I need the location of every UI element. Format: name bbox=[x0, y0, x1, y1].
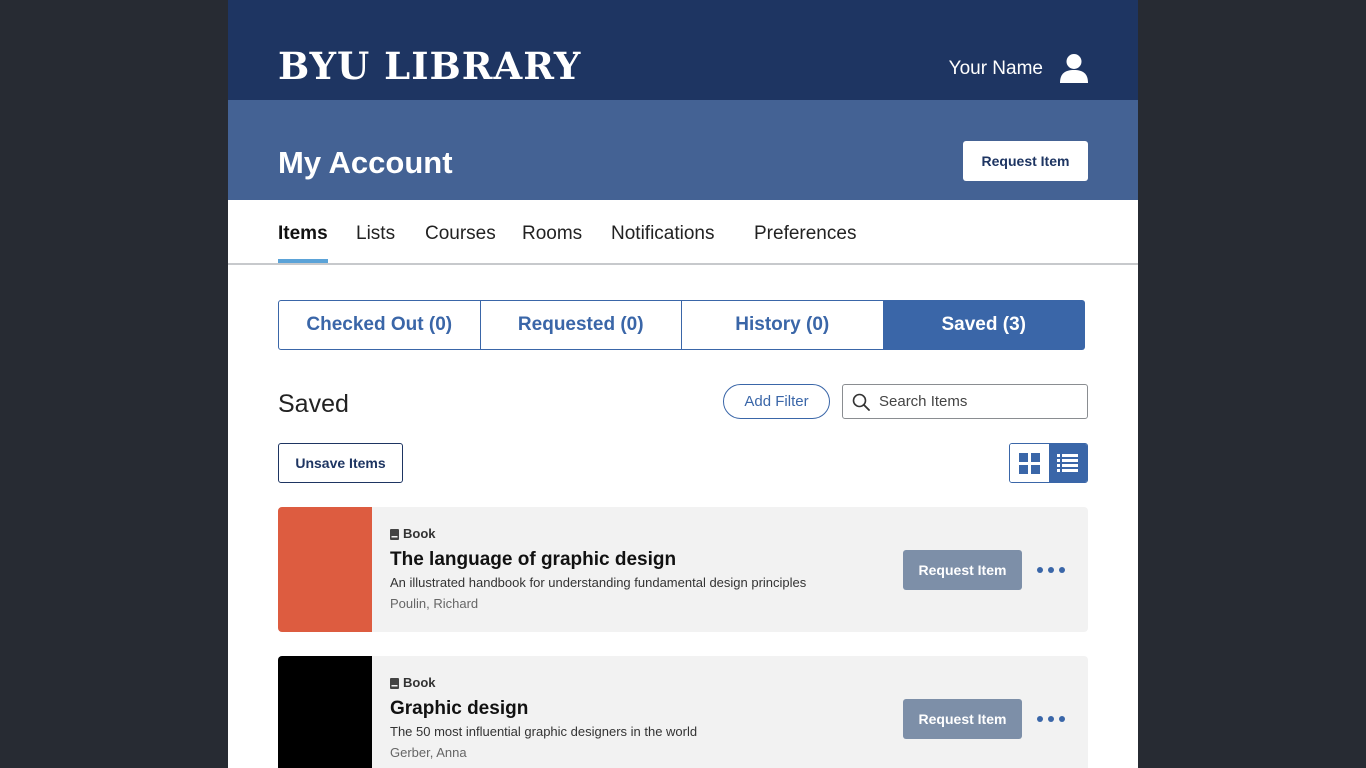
item-subtitle: An illustrated handbook for understandin… bbox=[390, 575, 807, 590]
request-item-button[interactable]: Request Item bbox=[903, 699, 1022, 739]
item-author: Gerber, Anna bbox=[390, 745, 467, 760]
tab-requested[interactable]: Requested (0) bbox=[480, 300, 682, 350]
item-author: Poulin, Richard bbox=[390, 596, 479, 611]
list-view-button[interactable] bbox=[1048, 444, 1087, 482]
page: BYU LIBRARY Your Name My Account Request… bbox=[228, 0, 1138, 768]
tab-courses[interactable]: Courses bbox=[425, 222, 496, 246]
book-icon bbox=[390, 528, 399, 540]
view-toggle bbox=[1009, 443, 1088, 483]
list-item[interactable]: Book Graphic design The 50 most influent… bbox=[278, 656, 1088, 768]
brand-logo[interactable]: BYU LIBRARY bbox=[278, 44, 581, 88]
book-icon bbox=[390, 677, 399, 689]
search-box bbox=[842, 384, 1088, 419]
book-cover[interactable] bbox=[278, 507, 372, 632]
item-type-label: Book bbox=[403, 526, 436, 541]
top-bar: BYU LIBRARY Your Name bbox=[228, 0, 1138, 100]
user-icon[interactable] bbox=[1059, 53, 1089, 83]
item-type: Book bbox=[390, 527, 436, 541]
list-item[interactable]: Book The language of graphic design An i… bbox=[278, 507, 1088, 632]
more-options-icon[interactable] bbox=[1037, 709, 1065, 729]
active-tab-indicator bbox=[278, 259, 328, 263]
request-item-button[interactable]: Request Item bbox=[963, 141, 1088, 181]
grid-icon bbox=[1018, 452, 1040, 474]
account-nav: Items Lists Courses Rooms Notifications … bbox=[228, 200, 1138, 265]
item-type: Book bbox=[390, 676, 436, 690]
tab-rooms[interactable]: Rooms bbox=[522, 222, 582, 246]
item-subtitle: The 50 most influential graphic designer… bbox=[390, 724, 698, 739]
grid-view-button[interactable] bbox=[1010, 444, 1049, 482]
item-title[interactable]: Graphic design bbox=[390, 697, 528, 721]
tab-history[interactable]: History (0) bbox=[682, 300, 884, 350]
unsave-items-button[interactable]: Unsave Items bbox=[278, 443, 403, 483]
page-title: My Account bbox=[278, 145, 453, 180]
search-input[interactable] bbox=[879, 385, 1079, 418]
tab-saved[interactable]: Saved (3) bbox=[883, 300, 1085, 350]
book-cover[interactable] bbox=[278, 656, 372, 768]
add-filter-button[interactable]: Add Filter bbox=[723, 384, 830, 419]
tab-preferences[interactable]: Preferences bbox=[754, 222, 856, 246]
search-icon bbox=[852, 393, 870, 411]
section-title: Saved bbox=[278, 390, 349, 418]
tab-notifications[interactable]: Notifications bbox=[611, 222, 715, 246]
item-status-tabs: Checked Out (0) Requested (0) History (0… bbox=[278, 300, 1085, 350]
tab-items[interactable]: Items bbox=[278, 222, 328, 246]
account-header: My Account Request Item bbox=[228, 100, 1138, 200]
item-type-label: Book bbox=[403, 675, 436, 690]
item-title[interactable]: The language of graphic design bbox=[390, 548, 676, 572]
list-icon bbox=[1057, 454, 1079, 472]
request-item-button[interactable]: Request Item bbox=[903, 550, 1022, 590]
user-name[interactable]: Your Name bbox=[949, 57, 1043, 81]
more-options-icon[interactable] bbox=[1037, 560, 1065, 580]
tab-checked-out[interactable]: Checked Out (0) bbox=[278, 300, 481, 350]
tab-lists[interactable]: Lists bbox=[356, 222, 395, 246]
